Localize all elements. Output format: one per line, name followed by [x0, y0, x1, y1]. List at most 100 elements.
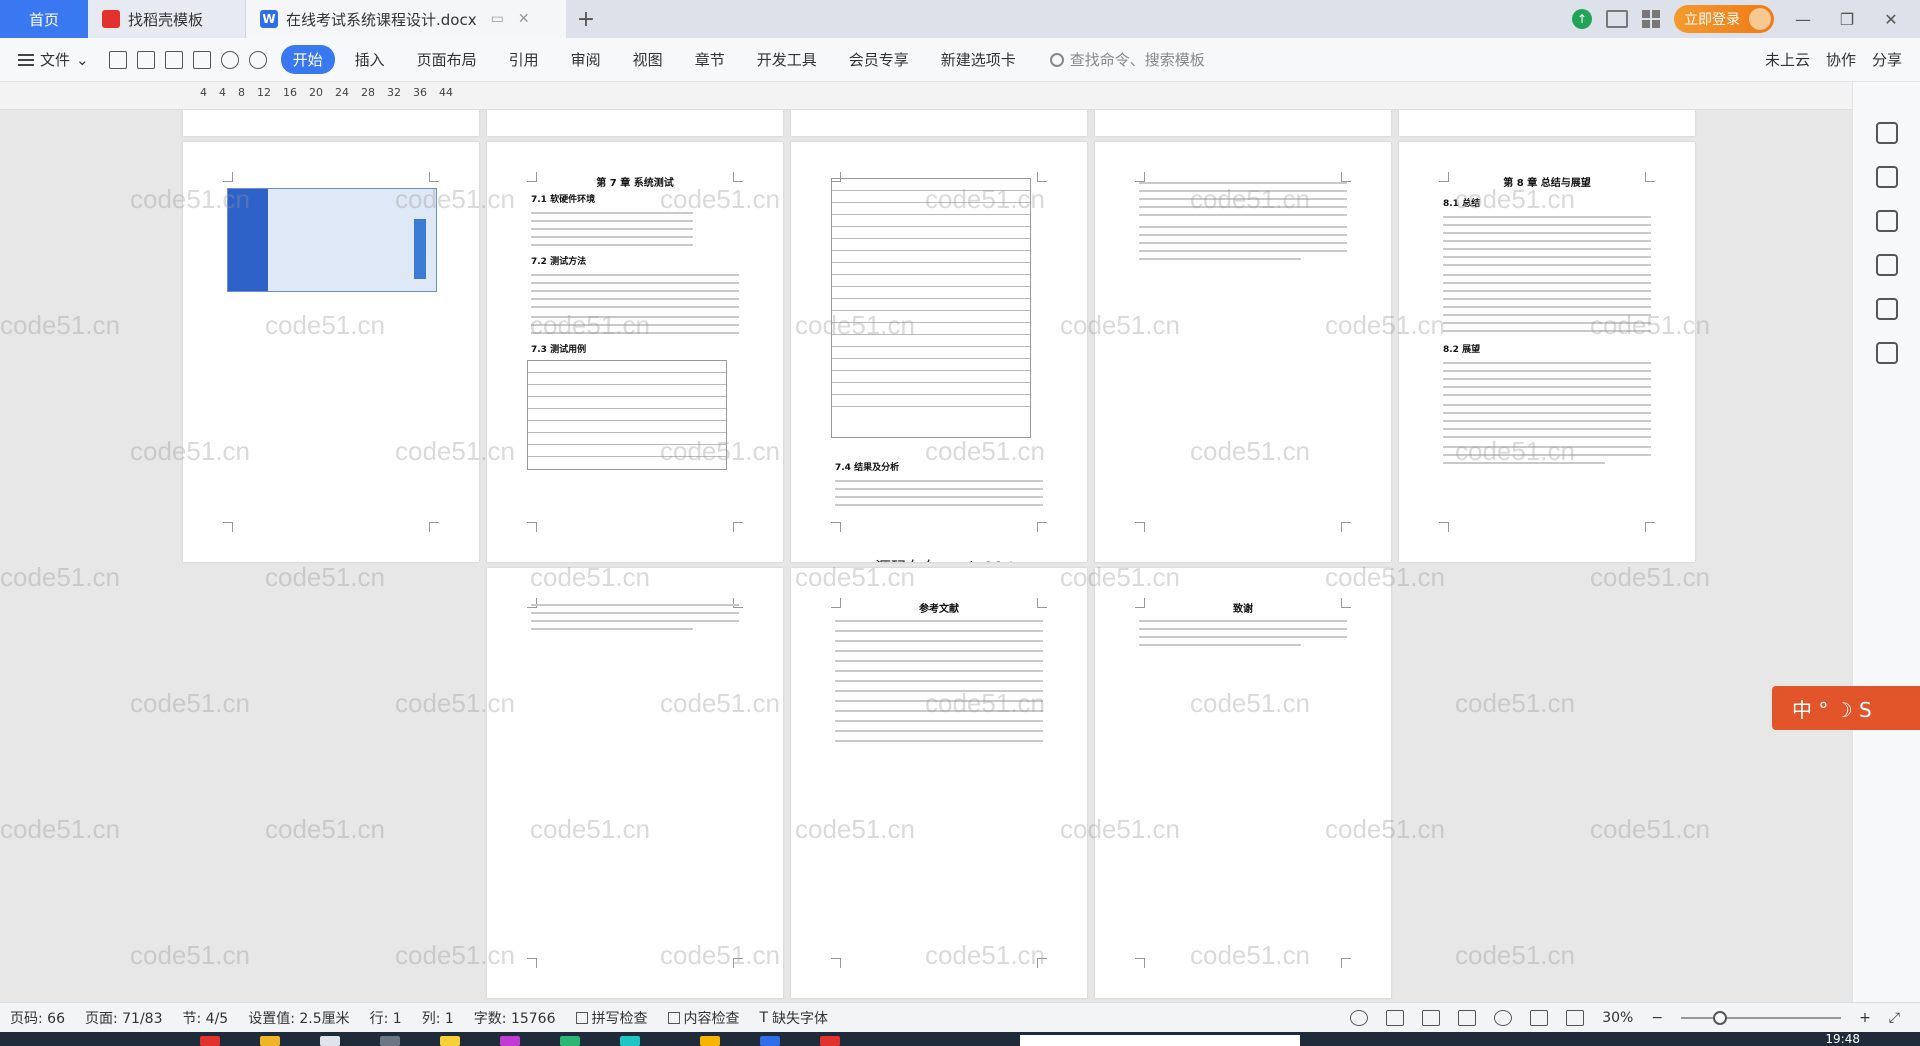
share-button[interactable]: 分享 — [1872, 49, 1902, 70]
status-row: 行: 1 — [369, 1010, 402, 1027]
eye-protect-icon[interactable] — [1350, 1009, 1369, 1026]
page-thumbnail-6[interactable] — [487, 568, 783, 998]
redo-icon[interactable] — [248, 50, 267, 69]
status-section[interactable]: 节: 4/5 — [173, 1008, 239, 1028]
upload-icon[interactable]: ↑ — [1572, 9, 1592, 29]
cursor-icon[interactable] — [1875, 166, 1898, 188]
missing-font-button[interactable]: T 缺失字体 — [750, 1008, 839, 1028]
page-thumbnail-4[interactable] — [1095, 142, 1391, 562]
spell-check-button[interactable]: 拼写检查 — [566, 1008, 658, 1028]
menu-item-5[interactable]: 视图 — [621, 45, 675, 74]
document-workspace[interactable]: 第 7 章 系统测试 7.1 软硬件环境 7.2 测试方法 7.3 测试用例 7… — [0, 110, 1852, 1002]
taskbar-app-icon[interactable] — [620, 1036, 640, 1046]
restore-icon[interactable]: ❐ — [1832, 10, 1862, 29]
page-thumbnail-7[interactable]: 参考文献 — [791, 568, 1087, 998]
fit-page-icon[interactable] — [1566, 1009, 1585, 1026]
read-view-icon[interactable] — [1458, 1009, 1477, 1026]
search-placeholder: 查找命令、搜索模板 — [1069, 51, 1205, 69]
page-partial — [183, 110, 479, 136]
export-icon[interactable] — [136, 50, 155, 69]
taskbar-folder-icon[interactable] — [260, 1036, 280, 1046]
tab-document-label: 在线考试系统课程设计.docx — [286, 10, 477, 29]
taskbar-input-box[interactable] — [1020, 1035, 1300, 1046]
taskbar-app-icon[interactable] — [200, 1036, 220, 1046]
file-menu[interactable]: 文件 ⌄ — [0, 49, 99, 70]
file-menu-label: 文件 — [40, 51, 71, 69]
web-view-icon[interactable] — [1494, 1009, 1513, 1026]
ruler-tick: 8 — [238, 86, 245, 99]
page-thumbnail-5[interactable]: 第 8 章 总结与展望 8.1 总结 8.2 展望 — [1399, 142, 1695, 562]
os-taskbar: 19:48 — [0, 1032, 1920, 1046]
login-button[interactable]: 立即登录 — [1674, 5, 1774, 33]
menu-item-1[interactable]: 插入 — [343, 45, 397, 74]
tab-template[interactable]: 找稻壳模板 — [88, 0, 246, 38]
horizontal-ruler[interactable]: 4 4 8 12 16 20 24 28 32 36 44 — [0, 82, 1852, 110]
tab-home[interactable]: 首页 — [0, 0, 88, 38]
print-preview-icon[interactable] — [192, 50, 211, 69]
print-icon[interactable] — [164, 50, 183, 69]
outline-view-icon[interactable] — [1422, 1009, 1441, 1026]
add-tab-button[interactable]: + — [566, 0, 606, 38]
status-page-code[interactable]: 页码: 66 — [0, 1008, 75, 1028]
collaborate-button[interactable]: 协作 — [1826, 49, 1856, 70]
fullscreen-icon[interactable]: ⤢ — [1889, 1010, 1900, 1026]
layout-icon[interactable] — [1606, 10, 1628, 28]
apps-grid-icon[interactable] — [1642, 10, 1660, 28]
menu-item-8[interactable]: 会员专享 — [837, 45, 921, 74]
zoom-slider-knob[interactable] — [1713, 1010, 1728, 1025]
watermark-text: code51.cn — [1590, 562, 1710, 592]
command-search[interactable]: 查找命令、搜索模板 — [1049, 49, 1205, 70]
page-partial — [791, 110, 1087, 136]
taskbar-app-icon[interactable] — [320, 1036, 340, 1046]
page-view-icon[interactable] — [1386, 1009, 1405, 1026]
tab-document[interactable]: W 在线考试系统课程设计.docx ▭ ✕ — [246, 0, 566, 38]
zoom-slider[interactable] — [1681, 1010, 1842, 1025]
status-word-count[interactable]: 字数: 15766 — [464, 1008, 566, 1028]
ribbon-menu-bar: 文件 ⌄ 开始 插入 页面布局 引用 审阅 视图 章节 开发工具 会员专享 新建… — [0, 38, 1920, 82]
ruler-tick: 28 — [361, 86, 375, 99]
taskbar-app-icon[interactable] — [380, 1036, 400, 1046]
minimize-icon[interactable]: — — [1788, 10, 1818, 29]
close-window-icon[interactable]: ✕ — [1876, 10, 1906, 29]
taskbar-app-icon[interactable] — [500, 1036, 520, 1046]
page-thumbnail-2[interactable]: 第 7 章 系统测试 7.1 软硬件环境 7.2 测试方法 7.3 测试用例 — [487, 142, 783, 562]
status-page[interactable]: 页面: 71/83 — [75, 1008, 173, 1028]
zoom-level[interactable]: 30% — [1602, 1010, 1633, 1026]
book-icon[interactable] — [1875, 342, 1898, 364]
undo-icon[interactable] — [220, 50, 239, 69]
menu-item-3[interactable]: 引用 — [497, 45, 551, 74]
tab-pin-icon[interactable]: ▭ — [491, 11, 504, 27]
watermark-text: code51.cn — [1455, 940, 1575, 970]
menu-item-7[interactable]: 开发工具 — [745, 45, 829, 74]
taskbar-app-icon[interactable] — [760, 1036, 780, 1046]
location-icon[interactable] — [1875, 298, 1898, 320]
menu-item-6[interactable]: 章节 — [683, 45, 737, 74]
menu-item-4[interactable]: 审阅 — [559, 45, 613, 74]
taskbar-wps-icon[interactable] — [820, 1036, 840, 1046]
taskbar-app-icon[interactable] — [700, 1036, 720, 1046]
pen-view-icon[interactable] — [1530, 1009, 1549, 1026]
image-settings-icon[interactable] — [1875, 254, 1898, 276]
content-check-button[interactable]: 内容检查 — [658, 1008, 750, 1028]
taskbar-app-icon[interactable] — [560, 1036, 580, 1046]
status-bar: 页码: 66 页面: 71/83 节: 4/5 设置值: 2.5厘米 行: 1 … — [0, 1002, 1920, 1032]
zoom-in-icon[interactable]: + — [1859, 1010, 1871, 1026]
menu-item-2[interactable]: 页面布局 — [405, 45, 489, 74]
page-thumbnail-1[interactable] — [183, 142, 479, 562]
ime-toolbar[interactable]: 中 ° ☽ S — [1772, 686, 1920, 730]
cloud-status-button[interactable]: 未上云 — [1765, 49, 1810, 70]
status-setting[interactable]: 设置值: 2.5厘米 — [238, 1008, 359, 1028]
menu-item-0[interactable]: 开始 — [280, 45, 335, 74]
taskbar-app-icon[interactable] — [440, 1036, 460, 1046]
section-heading: 8.1 总结 — [1443, 199, 1481, 209]
sliders-icon[interactable] — [1875, 210, 1898, 232]
menu-item-9[interactable]: 新建选项卡 — [929, 45, 1028, 74]
ruler-tick: 20 — [309, 86, 323, 99]
page-thumbnail-8[interactable]: 致谢 — [1095, 568, 1391, 998]
save-icon[interactable] — [108, 50, 127, 69]
tab-home-label: 首页 — [28, 10, 59, 29]
tab-close-icon[interactable]: ✕ — [518, 11, 530, 27]
zoom-out-icon[interactable]: − — [1651, 1010, 1663, 1026]
page-thumbnail-3[interactable]: 7.4 结果及分析 源码久久-code99.top — [791, 142, 1087, 562]
pen-icon[interactable] — [1875, 122, 1898, 144]
